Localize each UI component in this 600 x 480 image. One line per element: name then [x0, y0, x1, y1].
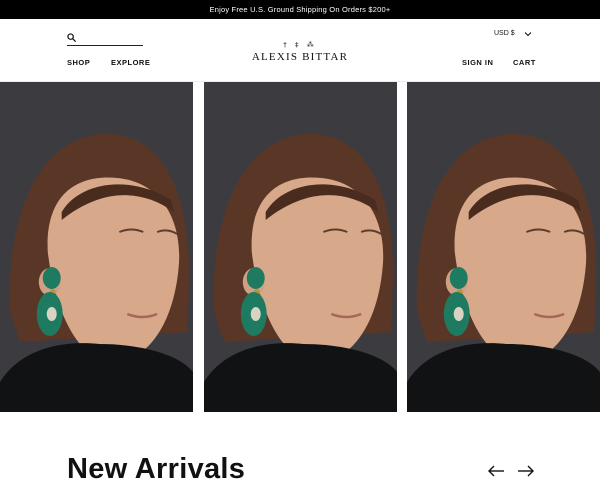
model-image [407, 82, 600, 412]
nav-explore[interactable]: EXPLORE [111, 58, 150, 67]
arrow-right-icon [518, 465, 534, 477]
currency-label: USD $ [494, 30, 515, 37]
prev-button[interactable] [487, 464, 505, 478]
gallery-item[interactable] [204, 82, 397, 412]
model-image [0, 82, 193, 412]
search-input[interactable] [79, 32, 141, 44]
logo-symbols: † ‡ ⁂ [283, 41, 317, 49]
model-image [204, 82, 397, 412]
search-bar[interactable] [67, 32, 143, 46]
brand-logo[interactable]: † ‡ ⁂ ALEXIS BITTAR [250, 41, 350, 63]
arrow-left-icon [488, 465, 504, 477]
nav-shop[interactable]: SHOP [67, 58, 90, 67]
gallery-item[interactable] [407, 82, 600, 412]
hero-gallery [0, 82, 600, 412]
section-title: New Arrivals [67, 453, 246, 480]
promo-banner: Enjoy Free U.S. Ground Shipping On Order… [0, 0, 600, 19]
search-icon[interactable] [67, 33, 76, 42]
site-header: SHOP EXPLORE † ‡ ⁂ ALEXIS BITTAR USD $ S… [0, 19, 600, 82]
promo-text: Enjoy Free U.S. Ground Shipping On Order… [209, 5, 391, 14]
currency-selector[interactable]: USD $ [494, 30, 536, 42]
next-button[interactable] [517, 464, 535, 478]
logo-text: ALEXIS BITTAR [251, 51, 349, 63]
cart-link[interactable]: CART [513, 58, 536, 67]
sign-in-link[interactable]: SIGN IN [462, 58, 493, 67]
gallery-item[interactable] [0, 82, 193, 412]
chevron-down-icon [524, 32, 532, 37]
